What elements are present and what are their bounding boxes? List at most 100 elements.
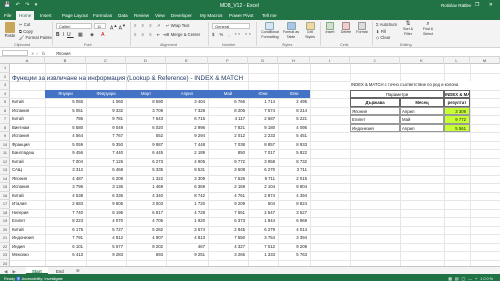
- table-cell[interactable]: 4 907: [126, 234, 166, 243]
- font-grow-icon[interactable]: A▲ A▼: [110, 23, 126, 32]
- table-cell[interactable]: 7 526: [208, 175, 248, 184]
- table-cell[interactable]: 3 265: [208, 251, 248, 260]
- table-cell[interactable]: 4 905: [166, 158, 208, 167]
- table-cell[interactable]: 4 394: [278, 192, 310, 201]
- insert-cells-button[interactable]: Insert: [324, 22, 336, 34]
- table-row-label[interactable]: Китай: [11, 98, 45, 107]
- column-header-G[interactable]: G: [248, 57, 278, 64]
- cut-button[interactable]: ✂ Cut: [19, 22, 30, 27]
- table-cell[interactable]: 6 369: [166, 183, 208, 192]
- table-cell[interactable]: 9 332: [86, 107, 126, 116]
- table-cell[interactable]: 4 761: [208, 192, 248, 201]
- lookup-result-cell[interactable]: 9 772: [444, 115, 470, 124]
- table-row-label[interactable]: Китай: [11, 115, 45, 124]
- table-cell[interactable]: 1 469: [126, 183, 166, 192]
- row-header-17[interactable]: 17: [0, 200, 10, 209]
- table-cell[interactable]: 5 051: [45, 107, 86, 116]
- table-cell[interactable]: 7 767: [86, 132, 126, 141]
- table-cell[interactable]: 8 214: [278, 107, 310, 116]
- table-cell[interactable]: 2 104: [248, 183, 278, 192]
- table-cell[interactable]: 2 012: [208, 132, 248, 141]
- font-style-buttons[interactable]: BIU ▦ ◈ A: [56, 32, 107, 38]
- table-cell[interactable]: 5 468: [86, 166, 126, 175]
- fill-button[interactable]: ⬇ Fill: [376, 29, 386, 34]
- table-cell[interactable]: 8 742: [166, 192, 208, 201]
- table-cell[interactable]: 4 912: [86, 234, 126, 243]
- worksheet-grid[interactable]: ABCDEFGHIJKLM 1 2 3 4 5 6 7 8 9 10 11 12 13 14 15 16 17 1…: [0, 57, 500, 266]
- table-cell[interactable]: 9 350: [86, 141, 126, 150]
- table-cell[interactable]: 3 711: [278, 166, 310, 175]
- table-cell[interactable]: 7 004: [45, 158, 86, 167]
- table-cell[interactable]: 7 126: [86, 158, 126, 167]
- table-cell[interactable]: 3 003: [126, 200, 166, 209]
- table-row-label[interactable]: Япония: [11, 175, 45, 184]
- table-cell[interactable]: 9 209: [208, 200, 248, 209]
- table-cell[interactable]: 7 448: [166, 141, 208, 150]
- row-header-11[interactable]: 11: [0, 149, 10, 158]
- table-cell[interactable]: 6 101: [45, 243, 86, 252]
- column-header-C[interactable]: C: [86, 57, 126, 64]
- table-cell[interactable]: 552: [126, 132, 166, 141]
- column-header-J[interactable]: J: [350, 57, 400, 64]
- table-cell[interactable]: 7 038: [208, 141, 248, 150]
- table-cell[interactable]: 4 728: [166, 209, 208, 218]
- table-cell[interactable]: 504: [248, 200, 278, 209]
- table-cell[interactable]: 8 804: [278, 183, 310, 192]
- table-cell[interactable]: 4 705: [126, 217, 166, 226]
- lookup-result-cell[interactable]: 5 561: [444, 123, 470, 132]
- sort-filter-button[interactable]: ⇅ Sort & Filter: [400, 21, 416, 37]
- table-cell[interactable]: 4 813: [166, 234, 208, 243]
- table-cell[interactable]: 6 817: [126, 209, 166, 218]
- number-format-select[interactable]: General: [212, 23, 250, 29]
- table-cell[interactable]: 3 754: [248, 234, 278, 243]
- table-cell[interactable]: 2 495: [278, 98, 310, 107]
- table-cell[interactable]: 3 527: [278, 209, 310, 218]
- table-cell[interactable]: 6 279: [248, 226, 278, 235]
- lookup-result-cell[interactable]: 3 309: [444, 106, 470, 115]
- tab-formulas[interactable]: Formulas: [93, 13, 112, 18]
- row-header-13[interactable]: 13: [0, 166, 10, 175]
- table-cell[interactable]: 5 580: [45, 124, 86, 133]
- conditional-formatting-button[interactable]: Conditional Formatting: [260, 22, 279, 40]
- table-cell[interactable]: 7 012: [248, 243, 278, 252]
- table-cell[interactable]: 2 683: [45, 200, 86, 209]
- format-as-table-button[interactable]: Format as Table: [282, 22, 300, 40]
- column-header-E[interactable]: E: [166, 57, 208, 64]
- column-header-I[interactable]: I: [310, 57, 350, 64]
- table-cell[interactable]: 3 394: [278, 234, 310, 243]
- formula-bar-controls[interactable]: ✕ ✓: [31, 51, 39, 56]
- formula-input[interactable]: Япония: [56, 51, 71, 56]
- table-cell[interactable]: 6 175: [45, 226, 86, 235]
- table-cell[interactable]: 8 531: [166, 166, 208, 175]
- copy-button[interactable]: ⧉ Copy: [19, 29, 33, 34]
- table-cell[interactable]: 3 508: [208, 166, 248, 175]
- row-header-20[interactable]: 20: [0, 226, 10, 234]
- tab-power-pivot[interactable]: Power Pivot: [229, 13, 254, 18]
- table-cell[interactable]: 1 714: [248, 98, 278, 107]
- table-cell[interactable]: 4 117: [208, 115, 248, 124]
- table-row-label[interactable]: Мексико: [11, 251, 45, 260]
- row-header-1[interactable]: 1: [0, 64, 10, 73]
- tab-my-macros[interactable]: My Macros: [200, 13, 222, 18]
- table-cell[interactable]: 5 335: [126, 166, 166, 175]
- table-cell[interactable]: 6 445: [126, 149, 166, 158]
- row-header-8[interactable]: 8: [0, 124, 10, 132]
- table-cell[interactable]: 5 055: [45, 98, 86, 107]
- column-header-M[interactable]: M: [470, 57, 500, 64]
- table-cell[interactable]: 9 456: [45, 149, 86, 158]
- row-header-18[interactable]: 18: [0, 209, 10, 217]
- table-header-cell[interactable]: Февруари: [86, 89, 126, 98]
- column-header-A[interactable]: A: [10, 57, 45, 64]
- table-cell[interactable]: 4 487: [45, 175, 86, 184]
- table-cell[interactable]: 2 547: [248, 209, 278, 218]
- cell-styles-button[interactable]: Cell Styles: [302, 22, 318, 40]
- table-cell[interactable]: 1 920: [166, 217, 208, 226]
- table-cell[interactable]: 467: [166, 243, 208, 252]
- table-cell[interactable]: 2 874: [248, 192, 278, 201]
- table-cell[interactable]: 7 821: [208, 124, 248, 133]
- table-cell[interactable]: 9 180: [248, 124, 278, 133]
- table-cell[interactable]: 3 958: [248, 158, 278, 167]
- table-cell[interactable]: 2 233: [248, 132, 278, 141]
- table-cell[interactable]: 7 574: [248, 107, 278, 116]
- number-format-buttons[interactable]: $ % , ⁰⁰ ⁰⁰: [212, 32, 253, 37]
